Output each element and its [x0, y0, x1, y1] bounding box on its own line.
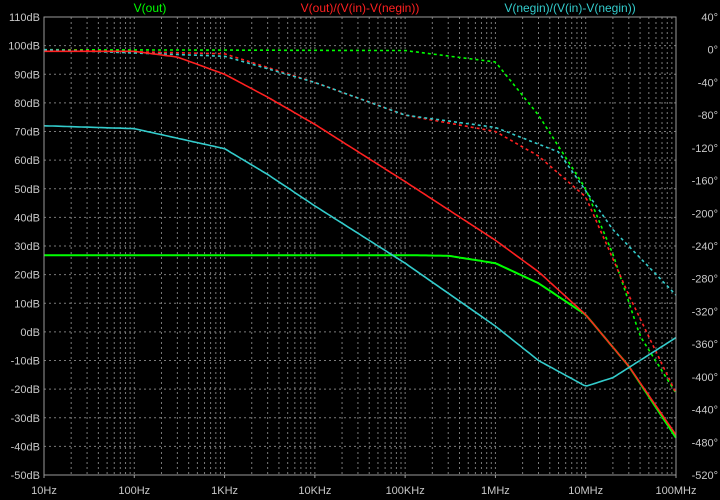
y-right-tick-label: -320°: [692, 306, 718, 318]
curve-loop-gain-phase: [43, 48, 677, 394]
y-left-tick-label: -40dB: [11, 441, 40, 453]
y-left-tick-label: -50dB: [11, 470, 40, 482]
y-left-tick-label: 20dB: [14, 270, 40, 282]
grid: [44, 17, 676, 475]
y-right-tick-label: -240°: [692, 241, 718, 253]
x-tick-label: 10Hz: [31, 485, 57, 497]
x-tick-label: 1KHz: [211, 485, 238, 497]
legend-feedback: V(negin)/(V(in)-V(negin)): [504, 1, 635, 15]
y-right-tick-label: -160°: [692, 176, 718, 188]
y-right-tick-label: -400°: [692, 372, 718, 384]
y-right-tick-label: -280°: [692, 274, 718, 286]
y-left-tick-label: 80dB: [14, 98, 40, 110]
x-tick-label: 100Hz: [118, 485, 150, 497]
y-left-tick-label: 90dB: [14, 69, 40, 81]
y-right-tick-label: -440°: [692, 405, 718, 417]
y-right-tick-label: -360°: [692, 339, 718, 351]
y-left-tick-label: 10dB: [14, 298, 40, 310]
y-left-tick-label: 0dB: [20, 327, 40, 339]
y-right-tick-label: 0°: [707, 45, 718, 57]
curve-v-out-phase: [44, 48, 677, 394]
y-right-tick-label: -80°: [698, 110, 718, 122]
y-left-tick-label: 110dB: [9, 12, 40, 24]
y-left-axis-ticks: 110dB 100dB 90dB 80dB 70dB 60dB 50dB 40dB 30dB 20…: [8, 12, 40, 482]
legend-loop-gain: V(out)/(V(in)-V(negin)): [301, 1, 420, 15]
x-tick-label: 100MHz: [656, 485, 697, 497]
y-left-tick-label: -30dB: [11, 413, 40, 425]
x-tick-label: 10KHz: [298, 485, 331, 497]
y-left-tick-label: 50dB: [14, 184, 40, 196]
y-right-tick-label: -520°: [692, 470, 718, 482]
y-left-tick-label: 100dB: [8, 41, 40, 53]
y-right-tick-label: -200°: [692, 208, 718, 220]
y-left-tick-label: 60dB: [14, 155, 40, 167]
x-axis-ticks: 10Hz 100Hz 1KHz 10KHz 100KHz 1MHz 10MHz 100MHz: [31, 475, 696, 497]
y-right-tick-label: -480°: [692, 437, 718, 449]
y-right-axis-ticks: 40° 0° -40° -80° -120° -160° -200° -240° -280° -3…: [692, 12, 718, 482]
x-tick-label: 10MHz: [568, 485, 603, 497]
y-left-tick-label: -10dB: [11, 356, 40, 368]
y-left-tick-label: -20dB: [11, 384, 40, 396]
legend-v-out: V(out): [134, 1, 167, 15]
y-left-tick-label: 40dB: [14, 212, 40, 224]
bode-plot: 10Hz 100Hz 1KHz 10KHz 100KHz 1MHz 10MHz 100MHz …: [8, 1, 718, 497]
x-tick-label: 100KHz: [386, 485, 425, 497]
y-right-tick-label: -40°: [698, 77, 718, 89]
y-right-tick-label: -120°: [692, 143, 718, 155]
y-left-tick-label: 30dB: [14, 241, 40, 253]
y-right-tick-label: 40°: [701, 12, 718, 24]
y-left-tick-label: 70dB: [14, 127, 40, 139]
x-tick-label: 1MHz: [481, 485, 510, 497]
